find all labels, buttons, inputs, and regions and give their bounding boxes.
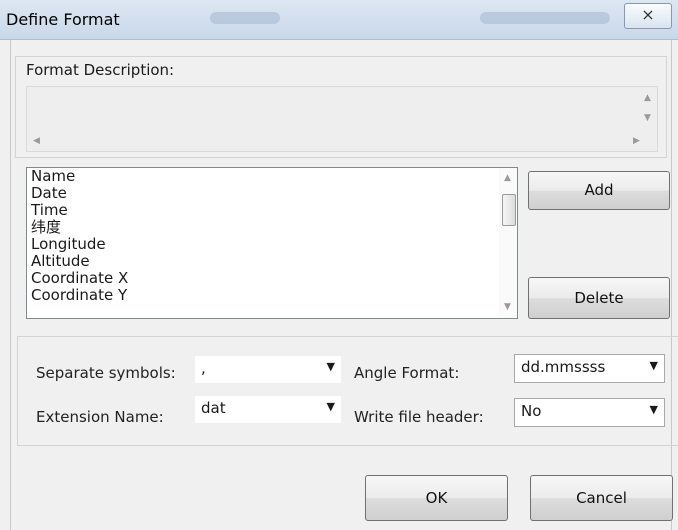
window-title: Define Format (6, 10, 120, 29)
list-item[interactable]: Coordinate Y (27, 287, 517, 304)
close-icon: ⨯ (641, 5, 655, 24)
chevron-down-icon: ▼ (326, 360, 335, 373)
blurred-window-title (480, 12, 610, 24)
chevron-down-icon: ▼ (649, 359, 658, 372)
cancel-button[interactable]: Cancel (530, 475, 673, 521)
delete-button-label: Delete (574, 289, 624, 307)
format-description-label: Format Description: (26, 61, 175, 79)
cancel-button-label: Cancel (576, 489, 627, 507)
chevron-down-icon: ▼ (326, 400, 335, 413)
add-button-label: Add (584, 181, 614, 199)
blurred-window-title (210, 12, 280, 24)
description-vertical-scrollbar[interactable]: ▲ ▼ (639, 87, 657, 133)
ok-button-label: OK (425, 489, 448, 507)
description-horizontal-scrollbar[interactable]: ◀ ▶ (27, 133, 657, 151)
angle-format-label: Angle Format: (354, 364, 460, 382)
extension-name-label: Extension Name: (36, 408, 164, 426)
list-item[interactable]: Date (27, 185, 517, 202)
list-item[interactable]: Altitude (27, 253, 517, 270)
write-file-header-dropdown[interactable]: No ▼ (514, 398, 665, 427)
list-item[interactable]: Coordinate X (27, 270, 517, 287)
list-item[interactable]: Name (27, 168, 517, 185)
extension-name-dropdown[interactable]: dat ▼ (195, 396, 341, 423)
separate-symbols-dropdown[interactable]: , ▼ (195, 356, 341, 383)
scroll-down-icon[interactable]: ▼ (644, 113, 651, 123)
ok-button[interactable]: OK (365, 475, 508, 521)
scrollbar-thumb[interactable] (502, 194, 516, 226)
title-bar: Define Format ⨯ (0, 0, 678, 40)
add-button[interactable]: Add (528, 171, 670, 210)
format-description-field[interactable]: ▲ ▼ ◀ ▶ (26, 86, 658, 152)
scroll-up-icon[interactable]: ▲ (644, 93, 651, 103)
scroll-down-icon[interactable]: ▼ (504, 302, 511, 312)
scroll-right-icon[interactable]: ▶ (633, 136, 640, 146)
write-file-header-label: Write file header: (354, 408, 484, 426)
scroll-up-icon[interactable]: ▲ (504, 173, 511, 183)
angle-format-dropdown[interactable]: dd.mmssss ▼ (514, 354, 665, 383)
write-file-header-value: No (521, 402, 542, 420)
chevron-down-icon: ▼ (649, 403, 658, 416)
list-vertical-scrollbar[interactable]: ▲ ▼ (499, 168, 517, 318)
extension-name-value: dat (201, 399, 226, 417)
list-item[interactable]: Longitude (27, 236, 517, 253)
delete-button[interactable]: Delete (528, 277, 670, 319)
list-item[interactable]: Time (27, 202, 517, 219)
separate-symbols-label: Separate symbols: (36, 364, 176, 382)
scroll-left-icon[interactable]: ◀ (33, 136, 40, 146)
angle-format-value: dd.mmssss (521, 358, 606, 376)
separate-symbols-value: , (201, 359, 206, 377)
fields-listbox[interactable]: Name Date Time 纬度 Longitude Altitude Coo… (26, 167, 518, 319)
list-item[interactable]: 纬度 (27, 219, 517, 236)
close-button[interactable]: ⨯ (624, 3, 672, 29)
settings-group (17, 336, 678, 446)
